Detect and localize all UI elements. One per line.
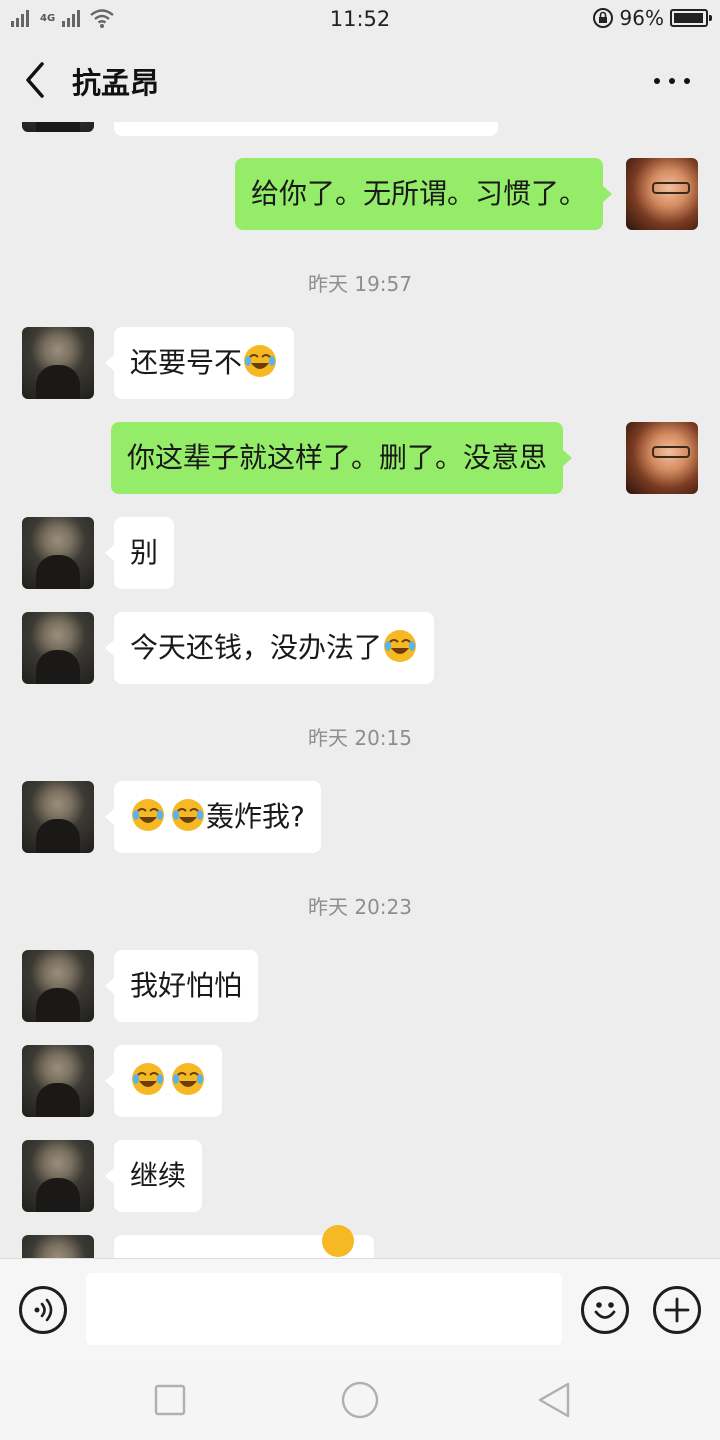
laughing-crying-emoji-icon bbox=[244, 345, 277, 377]
message-bubble-incoming[interactable] bbox=[105, 1045, 222, 1117]
message-text: 还要号不 bbox=[130, 346, 243, 379]
message-bubble-partial[interactable] bbox=[114, 122, 498, 136]
message-bubble-incoming[interactable]: 还要号不 bbox=[104, 327, 295, 399]
laughing-crying-emoji-icon bbox=[322, 1225, 354, 1257]
message-bubble-incoming[interactable]: 我好怕怕 bbox=[104, 950, 259, 1022]
message-input[interactable] bbox=[86, 1273, 562, 1345]
contact-avatar[interactable] bbox=[22, 1140, 94, 1212]
chat-header: 抗孟昂 bbox=[0, 38, 720, 122]
contact-avatar[interactable] bbox=[22, 781, 94, 853]
emoji-button[interactable] bbox=[581, 1286, 629, 1334]
back-triangle-icon[interactable] bbox=[536, 1381, 572, 1419]
contact-avatar[interactable] bbox=[22, 950, 94, 1022]
message-bubble-incoming[interactable]: 别 bbox=[104, 517, 175, 589]
message-bubble-partial[interactable] bbox=[114, 1225, 374, 1258]
message-timestamp: 昨天 20:23 bbox=[308, 895, 412, 919]
rotation-lock-icon bbox=[592, 8, 613, 28]
chat-title: 抗孟昂 bbox=[72, 66, 160, 100]
more-functions-button[interactable] bbox=[653, 1286, 701, 1334]
laughing-crying-emoji-icon bbox=[172, 799, 204, 831]
chevron-left-icon bbox=[26, 62, 44, 98]
home-icon[interactable] bbox=[340, 1380, 380, 1420]
recent-apps-icon[interactable] bbox=[153, 1383, 187, 1417]
message-text: 今天还钱，没办法了 bbox=[130, 631, 383, 664]
message-bubble-outgoing[interactable]: 你这辈子就这样了。删了。没意思 bbox=[111, 422, 573, 494]
back-button[interactable] bbox=[18, 58, 58, 102]
message-text: 你这辈子就这样了。删了。没意思 bbox=[127, 441, 548, 474]
input-bar bbox=[0, 1258, 720, 1360]
laughing-crying-emoji-icon bbox=[384, 630, 417, 662]
contact-avatar[interactable] bbox=[22, 1045, 94, 1117]
contact-avatar[interactable] bbox=[22, 612, 94, 684]
message-text: 我好怕怕 bbox=[130, 969, 243, 1002]
laughing-crying-emoji-icon bbox=[172, 1063, 204, 1095]
message-timestamp: 昨天 20:15 bbox=[308, 726, 412, 750]
more-button[interactable] bbox=[654, 66, 690, 96]
status-right: 96% bbox=[592, 5, 712, 31]
laughing-crying-emoji-icon bbox=[132, 799, 164, 831]
voice-icon bbox=[34, 1298, 53, 1322]
message-text: 给你了。无所谓。习惯了。 bbox=[251, 177, 588, 210]
battery-level bbox=[674, 13, 703, 23]
laughing-crying-emoji-icon bbox=[132, 1063, 164, 1095]
contact-avatar[interactable] bbox=[22, 517, 94, 589]
plus-icon bbox=[664, 1297, 690, 1323]
status-bar: 4G 11:52 96% bbox=[0, 0, 720, 38]
battery-percent: 96% bbox=[619, 6, 664, 30]
message-list[interactable]: 给你了。无所谓。习惯了。 昨天 19:57 还要号不 你这辈子就这样了。删了。没… bbox=[0, 122, 720, 1258]
message-bubble-incoming[interactable]: 轰炸我? bbox=[105, 781, 321, 853]
contact-avatar[interactable] bbox=[22, 122, 94, 132]
battery-icon bbox=[670, 9, 712, 27]
contact-avatar[interactable] bbox=[22, 1235, 94, 1258]
message-text: 别 bbox=[130, 536, 159, 569]
voice-button[interactable] bbox=[19, 1286, 67, 1334]
message-text: 继续 bbox=[130, 1159, 187, 1192]
smiley-icon bbox=[594, 1302, 616, 1319]
system-navigation-bar bbox=[0, 1360, 720, 1440]
message-timestamp: 昨天 19:57 bbox=[308, 272, 412, 296]
more-dots-icon bbox=[654, 78, 660, 84]
contact-avatar[interactable] bbox=[22, 327, 94, 399]
message-bubble-incoming[interactable]: 今天还钱，没办法了 bbox=[104, 612, 435, 684]
my-avatar[interactable] bbox=[626, 422, 698, 494]
my-avatar[interactable] bbox=[626, 158, 698, 230]
message-bubble-outgoing[interactable]: 给你了。无所谓。习惯了。 bbox=[235, 158, 613, 230]
message-text: 轰炸我? bbox=[206, 800, 305, 833]
message-bubble-incoming[interactable]: 继续 bbox=[104, 1140, 203, 1212]
